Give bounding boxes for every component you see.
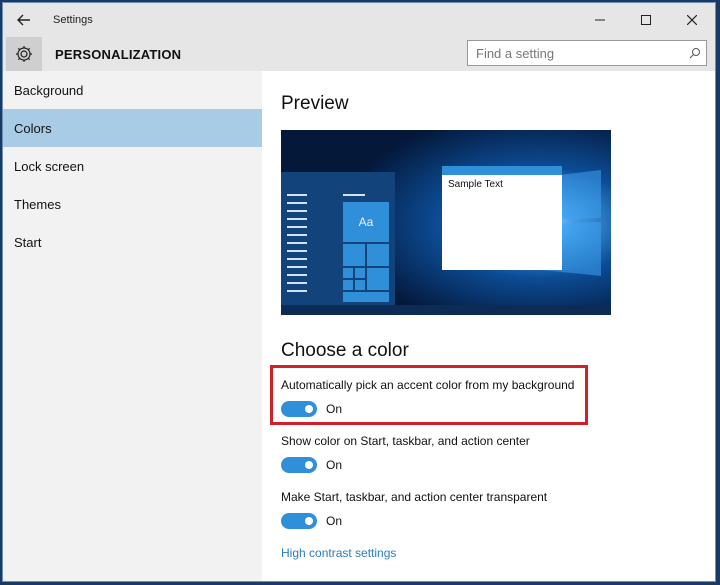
sample-text: Sample Text xyxy=(448,179,503,190)
tile-text: Aa xyxy=(358,215,374,229)
preview-sample-window: Sample Text xyxy=(442,166,562,270)
maximize-icon xyxy=(641,15,651,25)
choose-color-heading: Choose a color xyxy=(281,340,409,361)
highlight-box xyxy=(270,365,588,425)
settings-header: PERSONALIZATION xyxy=(3,37,715,71)
minimize-button[interactable] xyxy=(577,3,623,37)
settings-window: Settings PERSONALIZATION Find a setting … xyxy=(2,2,716,582)
show-color-state: On xyxy=(326,458,343,472)
close-icon xyxy=(687,15,697,25)
back-arrow-icon xyxy=(17,14,30,26)
window-controls xyxy=(577,3,715,37)
sidebar-item-label: Start xyxy=(14,234,42,250)
search-input[interactable] xyxy=(468,41,684,65)
preview-taskbar xyxy=(281,305,611,315)
transparent-toggle[interactable] xyxy=(281,513,317,529)
sidebar-item-label: Lock screen xyxy=(14,158,85,174)
sidebar-item-themes[interactable]: Themes xyxy=(3,185,262,223)
transparent-state: On xyxy=(326,514,343,528)
window-title: Settings xyxy=(53,14,93,26)
sidebar: Background Colors Lock screen Themes Sta… xyxy=(3,71,262,581)
preview-tile: Aa xyxy=(343,202,389,242)
page-title: PERSONALIZATION xyxy=(55,46,182,62)
sidebar-item-background[interactable]: Background xyxy=(3,71,262,109)
preview-start-menu: Aa xyxy=(281,172,395,305)
show-color-toggle[interactable] xyxy=(281,457,317,473)
maximize-button[interactable] xyxy=(623,3,669,37)
title-bar: Settings xyxy=(3,3,715,37)
gear-icon xyxy=(16,46,32,62)
color-preview: Aa Sample Text xyxy=(281,130,611,315)
search-icon[interactable] xyxy=(684,47,706,59)
transparent-label: Make Start, taskbar, and action center t… xyxy=(281,490,548,504)
preview-heading: Preview xyxy=(281,93,349,114)
high-contrast-link[interactable]: High contrast settings xyxy=(281,546,396,560)
auto-accent-state: On xyxy=(326,402,343,416)
category-icon-box xyxy=(6,37,42,71)
minimize-icon xyxy=(595,19,605,21)
search-box[interactable] xyxy=(467,40,707,66)
sidebar-item-lock-screen[interactable]: Lock screen xyxy=(3,147,262,185)
sidebar-item-colors[interactable]: Colors xyxy=(3,109,262,147)
auto-accent-label: Automatically pick an accent color from … xyxy=(281,378,575,392)
auto-accent-toggle[interactable] xyxy=(281,401,317,417)
sidebar-item-label: Themes xyxy=(14,196,61,212)
sidebar-item-label: Colors xyxy=(14,120,52,136)
back-button[interactable] xyxy=(3,3,45,37)
sidebar-item-start[interactable]: Start xyxy=(3,223,262,261)
show-color-label: Show color on Start, taskbar, and action… xyxy=(281,434,530,448)
main-content: Preview Aa Sample Text Choose a color Au… xyxy=(262,71,715,581)
close-button[interactable] xyxy=(669,3,715,37)
sidebar-item-label: Background xyxy=(14,82,84,98)
